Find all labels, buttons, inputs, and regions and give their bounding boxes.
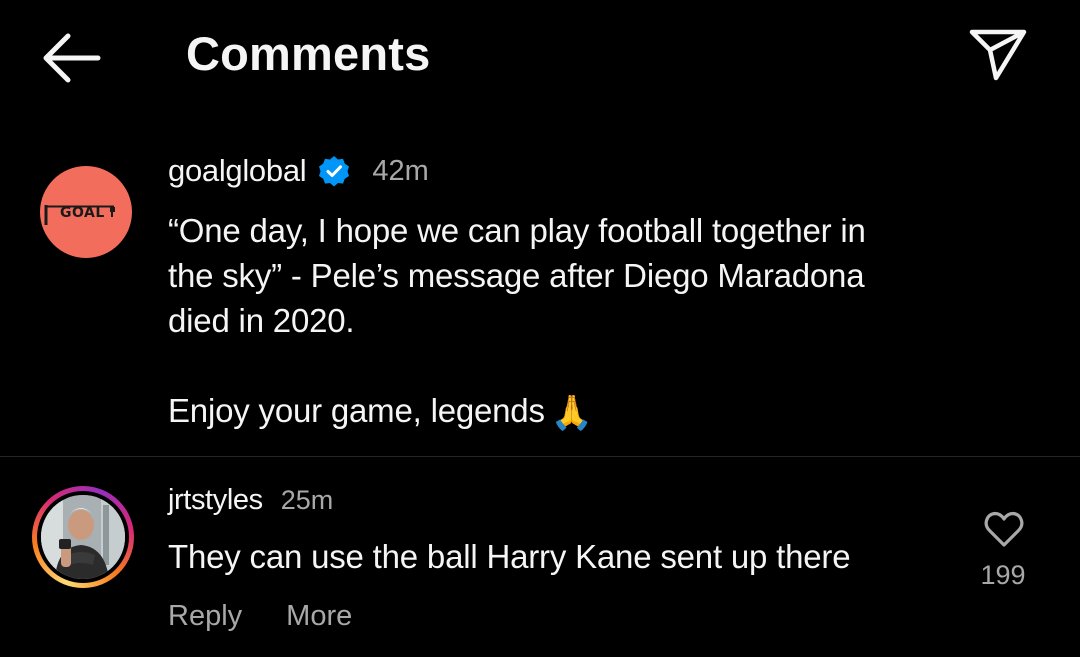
comment-timestamp: 25m [280,484,334,515]
goal-logo-text: GOAL [60,205,105,221]
caption-closing-text: Enjoy your game, legends [168,392,545,429]
caption-line: died in 2020. [168,302,355,339]
reply-button[interactable]: Reply [168,600,242,633]
comment-username[interactable]: jrtstyles [168,484,263,517]
post-caption: GOAL goalglobal 42m “One day, I hope we … [0,130,1080,456]
verified-badge-icon [319,156,350,187]
goalglobal-avatar[interactable]: GOAL [40,166,132,258]
arrow-left-icon[interactable] [40,30,104,86]
comment-header: jrtstyles 25m [168,480,333,520]
top-bar: Comments [0,0,1080,110]
divider [0,456,1080,457]
caption-line: the sky” - Pele’s message after Diego Ma… [168,257,865,294]
jrtstyles-avatar[interactable] [41,495,125,579]
caption-closing-line: Enjoy your game, legends 🙏 [168,388,1048,436]
caption-username[interactable]: goalglobal [168,153,307,189]
page-title: Comments [186,27,431,80]
comment-text: They can use the ball Harry Kane sent up… [168,538,851,575]
more-button[interactable]: More [286,600,352,633]
caption-header: goalglobal 42m [168,150,429,192]
like-count: 199 [980,560,1026,590]
praying-hands-icon: 🙏 [550,394,593,432]
paper-plane-icon[interactable] [966,26,1030,82]
caption-line: “One day, I hope we can play football to… [168,212,866,249]
caption-text: “One day, I hope we can play football to… [168,208,1048,436]
comment-item: jrtstyles 25m They can use the ball Harr… [0,470,1080,657]
heart-icon[interactable] [984,510,1024,548]
avatar-photo-icon [41,495,125,579]
story-ring[interactable] [32,486,134,588]
caption-timestamp: 42m [372,154,429,187]
comment-actions: Reply More [168,600,352,633]
